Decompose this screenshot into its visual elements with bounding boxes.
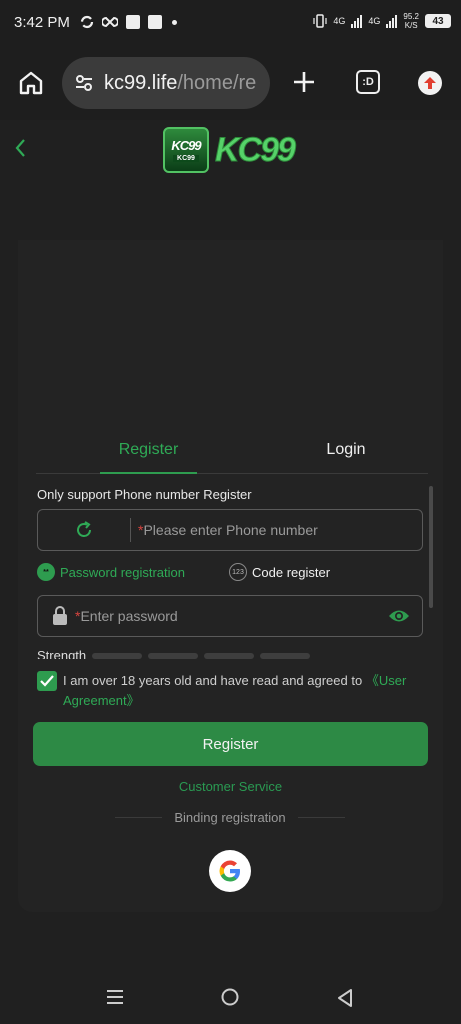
phone-input[interactable]	[143, 510, 422, 550]
page-header: KC99 KC99 KC99	[0, 120, 461, 240]
customer-service-link[interactable]: Customer Service	[18, 779, 443, 794]
strength-bar	[92, 653, 143, 659]
agreement-checkbox[interactable]	[37, 671, 57, 691]
code-mode-icon: 123	[229, 563, 247, 581]
tab-login[interactable]: Login	[296, 436, 396, 474]
logo-badge-text: KC99	[171, 138, 201, 153]
notification-icon	[125, 15, 140, 29]
more-notifications-dot	[171, 19, 177, 25]
mode-password-label: Password registration	[60, 564, 185, 580]
vibrate-icon	[313, 14, 327, 28]
update-icon[interactable]	[418, 71, 442, 95]
logo-wordmark: KC99	[215, 130, 297, 169]
back-arrow-icon[interactable]	[10, 134, 32, 162]
google-signin-button[interactable]	[209, 850, 251, 892]
register-card: Register Login Only support Phone number…	[18, 240, 443, 912]
notification-icon	[147, 15, 162, 29]
phone-field[interactable]: *	[37, 509, 423, 551]
url-host: kc99.life	[104, 71, 178, 94]
browser-toolbar: kc99.life/home/re :D	[0, 44, 461, 120]
infinity-icon	[101, 17, 118, 27]
back-triangle-icon[interactable]	[336, 988, 354, 1008]
password-strength: Strength	[37, 648, 337, 659]
system-nav-bar	[0, 960, 461, 1024]
check-icon	[40, 675, 54, 687]
network-type-2: 4G	[368, 16, 381, 26]
mode-code-label: Code register	[252, 564, 331, 580]
brand-logo: KC99 KC99 KC99	[163, 126, 303, 174]
auth-tabs: Register Login	[36, 436, 428, 474]
home-circle-icon[interactable]	[220, 988, 240, 1008]
status-time: 3:42 PM	[14, 13, 70, 31]
agreement: I am over 18 years old and have read and…	[37, 671, 423, 711]
network-type-1: 4G	[333, 16, 346, 26]
show-password-eye-icon[interactable]	[388, 607, 410, 625]
mode-password-option[interactable]: ** Password registration	[37, 563, 185, 581]
new-tab-icon[interactable]	[292, 70, 316, 94]
sync-icon	[80, 15, 93, 29]
agreement-label: I am over 18 years old and have read and…	[63, 673, 363, 688]
register-button[interactable]: Register	[33, 722, 428, 766]
tab-register[interactable]: Register	[100, 436, 197, 474]
strength-bar	[260, 653, 311, 659]
strength-bar	[148, 653, 199, 659]
google-icon	[219, 860, 240, 882]
home-icon[interactable]	[18, 70, 44, 96]
binding-label: Binding registration	[174, 810, 286, 825]
registration-mode: ** Password registration 123 Code regist…	[37, 563, 330, 581]
network-speed: 95.2 K/S	[403, 12, 419, 30]
password-field[interactable]: *	[37, 595, 423, 637]
status-bar: 3:42 PM 4G 4G 95.2 K/S 43	[0, 0, 461, 44]
register-hint: Only support Phone number Register	[37, 487, 252, 502]
divider-line	[297, 817, 346, 818]
agreement-text: I am over 18 years old and have read and…	[63, 671, 423, 711]
site-settings-icon[interactable]	[74, 73, 94, 93]
logo-badge-subtext: KC99	[173, 155, 199, 162]
refresh-icon[interactable]	[74, 520, 94, 540]
speed-value: 95.2	[403, 12, 419, 21]
mode-code-option[interactable]: 123 Code register	[229, 563, 330, 581]
address-bar[interactable]: kc99.life/home/re	[62, 57, 270, 109]
password-input[interactable]	[80, 596, 422, 636]
signal-icon	[386, 14, 398, 28]
strength-bar	[204, 653, 255, 659]
scrollbar[interactable]	[429, 486, 433, 608]
logo-badge: KC99 KC99	[163, 127, 209, 173]
password-mode-icon: **	[37, 563, 55, 581]
lock-icon	[53, 606, 67, 625]
speed-unit: K/S	[404, 21, 418, 30]
binding-divider: Binding registration	[115, 810, 346, 825]
signal-icon	[351, 14, 363, 28]
divider-line	[115, 817, 163, 818]
tab-switcher-button[interactable]: :D	[356, 70, 380, 94]
url-path: /home/re	[177, 71, 257, 94]
country-code-selector[interactable]	[38, 518, 131, 542]
strength-label: Strength	[37, 648, 87, 659]
recent-apps-icon[interactable]	[105, 988, 125, 1006]
battery-icon: 43	[425, 14, 451, 28]
